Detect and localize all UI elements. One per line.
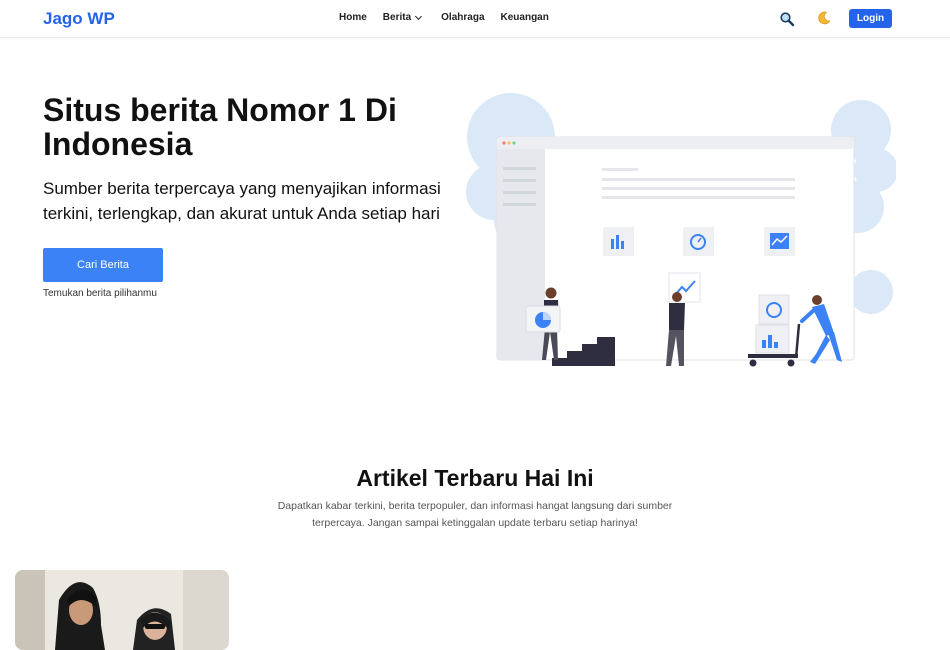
article-thumbnail xyxy=(15,570,229,650)
login-button[interactable]: Login xyxy=(849,9,892,28)
search-news-button[interactable]: Cari Berita xyxy=(43,248,163,282)
chevron-down-icon xyxy=(415,15,423,21)
hero-title: Situs berita Nomor 1 Di Indonesia xyxy=(43,92,397,162)
brand-logo[interactable]: Jago WP xyxy=(43,9,115,29)
nav-item-home[interactable]: Home xyxy=(339,12,367,23)
section-description: Dapatkan kabar terkini, berita terpopule… xyxy=(277,500,673,529)
main-menu: Home Berita Olahraga Keuangan xyxy=(339,12,549,23)
nav-item-berita[interactable]: Berita xyxy=(383,12,423,23)
section-title: Artikel Terbaru Hai Ini xyxy=(356,465,594,491)
search-icon[interactable] xyxy=(779,11,795,27)
hero-subtitle: Sumber berita terpercaya yang menyajikan… xyxy=(43,179,441,223)
cta-hint: Temukan berita pilihanmu xyxy=(43,288,157,299)
hero-illustration xyxy=(466,93,896,367)
top-navbar: Jago WP Home Berita Olahraga Keuangan Lo… xyxy=(0,0,950,38)
article-card[interactable] xyxy=(15,570,229,650)
nav-item-keuangan[interactable]: Keuangan xyxy=(501,12,549,23)
nav-item-berita-label: Berita xyxy=(382,12,412,23)
nav-item-olahraga[interactable]: Olahraga xyxy=(441,12,484,23)
moon-icon[interactable] xyxy=(816,10,832,26)
